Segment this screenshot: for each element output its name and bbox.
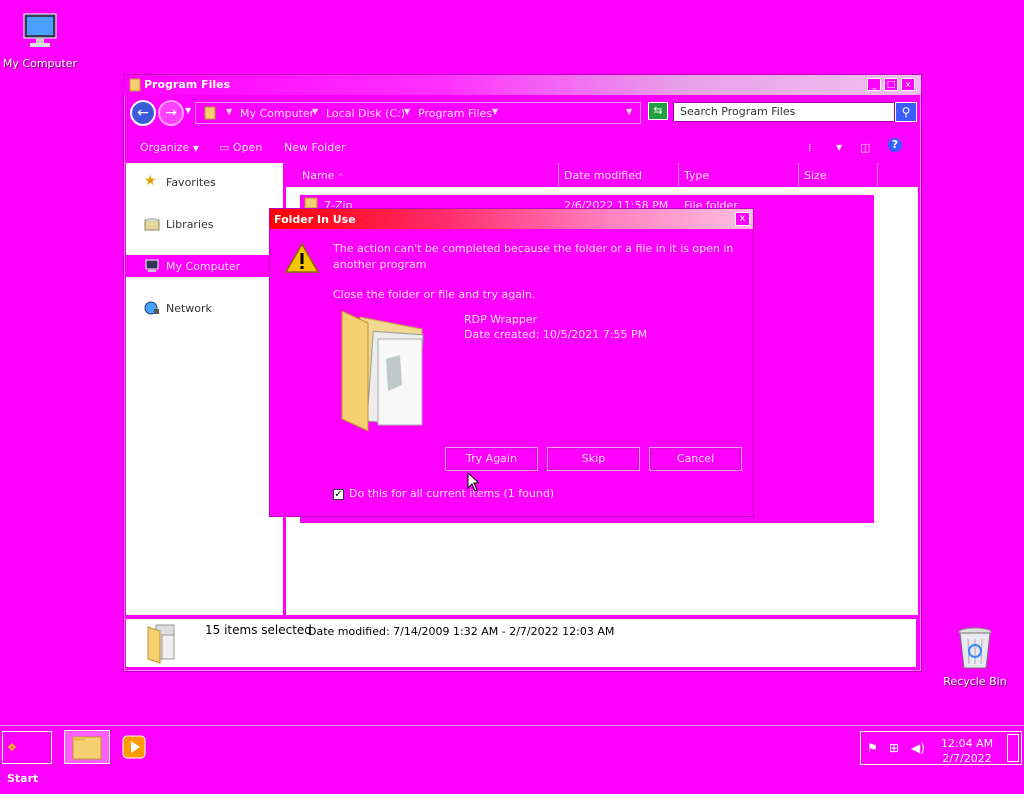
breadcrumb-my-computer[interactable]: My Computer — [240, 107, 314, 120]
column-separator[interactable] — [558, 163, 559, 187]
maximize-button[interactable]: □ — [884, 78, 898, 91]
recycle-bin-icon — [958, 627, 992, 669]
window-titlebar[interactable]: Program Files _ □ x — [124, 75, 921, 95]
dialog-message-line2: another program — [333, 258, 427, 271]
dialog-message-line1: The action can't be completed because th… — [333, 242, 734, 255]
breadcrumb-program-files[interactable]: Program Files — [418, 107, 492, 120]
skip-button[interactable]: Skip — [547, 447, 640, 471]
dialog-instruction: Close the folder or file and try again. — [333, 288, 536, 301]
taskbar-explorer-button[interactable] — [64, 730, 110, 764]
date-modified-range: Date modified: 7/14/2009 1:32 AM - 2/7/2… — [308, 625, 615, 638]
search-icon[interactable]: ⚲ — [895, 102, 917, 122]
apply-to-all-label: Do this for all current items (1 found) — [349, 487, 555, 500]
taskbar: ❖ Start ⚑ ⊞ ◀) 12:04 AM 2/7/2022 — [0, 725, 1024, 785]
refresh-icon[interactable]: ⇆ — [648, 102, 668, 120]
preview-pane-icon[interactable]: ◫ — [860, 141, 870, 154]
network-icon[interactable]: ⊞ — [889, 741, 899, 755]
item-name: RDP Wrapper — [464, 313, 538, 326]
close-button[interactable]: x — [901, 78, 915, 91]
computer-icon — [23, 13, 57, 47]
column-header-name[interactable]: Name ^ — [302, 169, 344, 182]
search-input[interactable]: Search Program Files — [673, 102, 895, 122]
navigation-pane: ★ Favorites Libraries My Computer Networ… — [126, 163, 283, 615]
volume-icon[interactable]: ◀) — [911, 741, 925, 755]
system-tray: ⚑ ⊞ ◀) 12:04 AM 2/7/2022 — [860, 731, 1022, 765]
organize-label: Organize — [140, 141, 190, 154]
desktop-icon-recycle-bin[interactable]: Recycle Bin — [935, 624, 1015, 688]
desktop-icon-my-computer[interactable]: My Computer — [0, 10, 80, 70]
media-player-icon — [122, 735, 146, 759]
action-center-flag-icon[interactable]: ⚑ — [867, 741, 878, 755]
chevron-down-icon[interactable]: ▼ — [312, 107, 318, 116]
clock-time[interactable]: 12:04 AM — [937, 737, 997, 750]
column-header-size[interactable]: Size — [804, 169, 827, 182]
history-dropdown-icon[interactable]: ▼ — [185, 106, 191, 115]
folder-in-use-dialog: Folder In Use x The action can't be comp… — [269, 208, 754, 517]
dialog-titlebar[interactable]: Folder In Use x — [270, 209, 753, 229]
dialog-title: Folder In Use — [274, 213, 356, 226]
column-header-type[interactable]: Type — [684, 169, 709, 182]
warning-icon — [284, 242, 320, 277]
show-desktop-button[interactable] — [1007, 734, 1019, 762]
window-title: Program Files — [144, 78, 231, 91]
star-icon: ★ — [144, 173, 157, 189]
start-label: Start — [7, 772, 39, 785]
breadcrumb-local-disk[interactable]: Local Disk (C:) — [326, 107, 405, 120]
clock-date[interactable]: 2/7/2022 — [937, 752, 997, 765]
network-icon — [144, 301, 160, 318]
folder-stack-icon — [146, 621, 180, 668]
view-options-icon[interactable]: ⁞ — [808, 141, 812, 154]
address-dropdown-icon[interactable]: ▼ — [626, 107, 632, 116]
try-again-button[interactable]: Try Again — [445, 447, 538, 471]
desktop-icon-label: Recycle Bin — [943, 675, 1007, 688]
sort-indicator-icon: ^ — [337, 173, 344, 181]
organize-button[interactable]: Organize ▼ — [140, 141, 199, 154]
column-header-date[interactable]: Date modified — [564, 169, 642, 182]
nav-item-libraries[interactable]: Libraries — [166, 218, 214, 231]
taskbar-media-player-button[interactable] — [120, 730, 150, 764]
start-button[interactable]: ❖ Start — [2, 731, 52, 785]
column-separator[interactable] — [798, 163, 799, 187]
cancel-button[interactable]: Cancel — [649, 447, 742, 471]
folder-preview-icon — [340, 309, 430, 438]
nav-item-my-computer[interactable]: My Computer — [166, 260, 240, 273]
apply-to-all-checkbox[interactable]: ✓ — [333, 489, 344, 500]
back-button[interactable]: ← — [130, 100, 156, 126]
windows-logo-icon: ❖ — [7, 741, 17, 754]
column-headers: Name ^ Date modified Type Size — [286, 163, 918, 187]
folder-icon — [129, 78, 141, 95]
chevron-down-icon[interactable]: ▼ — [836, 143, 842, 152]
mouse-cursor-icon — [467, 471, 481, 495]
column-separator[interactable] — [678, 163, 679, 187]
minimize-button[interactable]: _ — [867, 78, 881, 91]
open-label: Open — [232, 141, 263, 154]
column-separator[interactable] — [877, 163, 878, 187]
column-name-label: Name — [302, 169, 335, 182]
breadcrumb[interactable]: ▼ My Computer ▼ Local Disk (C:) ▼ Progra… — [195, 102, 641, 124]
chevron-down-icon[interactable]: ▼ — [492, 107, 498, 116]
selection-count: 15 items selected — [205, 623, 312, 637]
item-date-created: Date created: 10/5/2021 7:55 PM — [464, 328, 648, 341]
open-icon: ▭ — [219, 141, 230, 154]
details-pane: 15 items selected Date modified: 7/14/20… — [126, 619, 916, 667]
dialog-close-button[interactable]: x — [735, 212, 750, 226]
folder-icon — [204, 106, 216, 123]
chevron-down-icon[interactable]: ▼ — [226, 107, 232, 116]
computer-icon — [144, 259, 160, 276]
folder-icon — [72, 736, 102, 760]
nav-item-favorites[interactable]: Favorites — [166, 176, 216, 189]
command-bar: Organize ▼ ▭ Open New Folder ⁞ ▼ ◫ ? — [124, 133, 921, 161]
chevron-down-icon[interactable]: ▼ — [404, 107, 410, 116]
help-icon[interactable]: ? — [888, 138, 902, 152]
forward-button[interactable]: → — [158, 100, 184, 126]
open-button[interactable]: ▭ Open — [219, 141, 262, 154]
desktop-icon-label: My Computer — [2, 57, 78, 70]
address-bar: ← → ▼ ▼ My Computer ▼ Local Disk (C:) ▼ … — [124, 97, 921, 127]
libraries-icon — [144, 217, 160, 234]
nav-item-network[interactable]: Network — [166, 302, 212, 315]
new-folder-button[interactable]: New Folder — [284, 141, 345, 154]
